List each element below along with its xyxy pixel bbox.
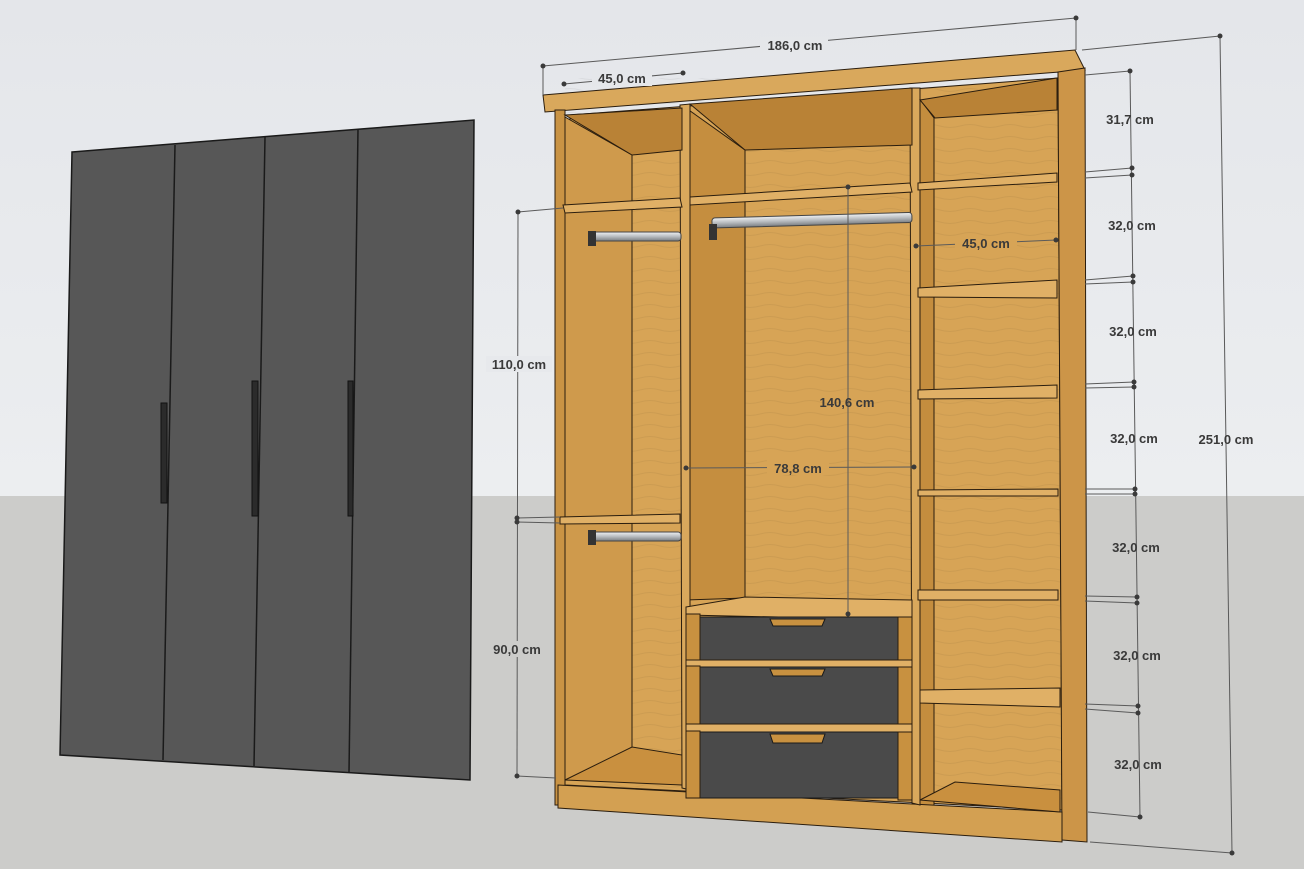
middle-section-width-label: 78,8 cm	[774, 461, 822, 476]
shelf-spacing-label: 32,0 cm	[1110, 431, 1158, 446]
drawer-handle-icon	[769, 733, 826, 744]
shelf-spacing-label: 32,0 cm	[1108, 218, 1156, 233]
shelf-spacing-label: 31,7 cm	[1106, 112, 1154, 127]
middle-hanging-height-label: 140,6 cm	[820, 395, 875, 410]
hanging-rail	[590, 531, 682, 542]
shelf-spacing-label: 32,0 cm	[1114, 757, 1162, 772]
door-handle-icon	[160, 402, 168, 504]
shelf-spacing-label: 32,0 cm	[1112, 540, 1160, 555]
drawer-handle-icon	[769, 618, 826, 627]
left-upper-hanging-label: 110,0 cm	[492, 357, 546, 372]
shelf-spacing-label: 32,0 cm	[1109, 324, 1157, 339]
door-handle-icon	[251, 380, 259, 517]
drawer[interactable]	[685, 665, 913, 727]
drawers	[685, 613, 913, 801]
left-lower-hanging-label: 90,0 cm	[493, 642, 541, 657]
overall-height-label: 251,0 cm	[1199, 432, 1254, 447]
drawer-handle-icon	[769, 668, 826, 677]
hanging-rail	[590, 231, 682, 242]
shelf-spacing-label: 32,0 cm	[1113, 648, 1161, 663]
drawer[interactable]	[685, 730, 913, 801]
door-panel	[59, 119, 475, 781]
door-handle-icon	[347, 380, 354, 517]
right-section-width-label: 45,0 cm	[962, 236, 1010, 251]
wardrobe-diagram: 186,0 cm 45,0 cm 251,0 cm 31,7 cm 32,0 c…	[0, 0, 1304, 869]
left-section-width-label: 45,0 cm	[598, 71, 646, 86]
drawer[interactable]	[685, 613, 913, 668]
overall-width-label: 186,0 cm	[768, 38, 823, 53]
